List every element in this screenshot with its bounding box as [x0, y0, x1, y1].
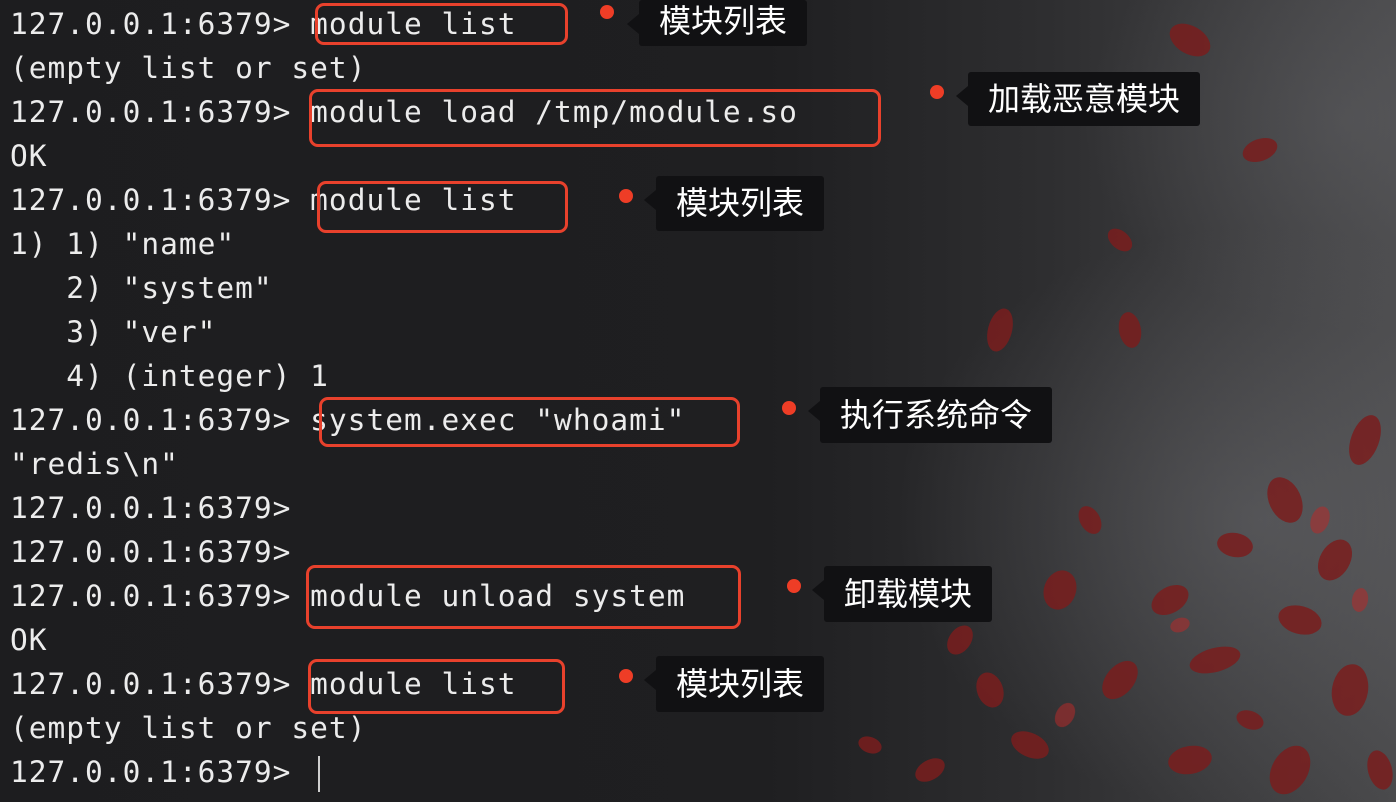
prompt: 127.0.0.1:6379> — [10, 183, 311, 217]
highlight-box-module-list — [308, 659, 565, 714]
annotation-label-module-list: 模块列表 — [626, 0, 808, 46]
text-cursor — [318, 755, 321, 792]
prompt: 127.0.0.1:6379> — [10, 535, 311, 569]
prompt: 127.0.0.1:6379> — [10, 491, 311, 525]
terminal-output: 3) "ver" — [10, 315, 217, 349]
highlight-box-module-load — [309, 89, 881, 147]
prompt: 127.0.0.1:6379> — [10, 755, 311, 789]
highlight-box-module-list — [315, 3, 568, 45]
annotation-dot — [787, 579, 801, 593]
prompt: 127.0.0.1:6379> — [10, 95, 311, 129]
terminal-line: 127.0.0.1:6379> — [10, 486, 310, 530]
highlight-box-module-unload — [306, 565, 741, 629]
prompt: 127.0.0.1:6379> — [10, 7, 311, 41]
highlight-box-module-list — [317, 181, 568, 233]
prompt: 127.0.0.1:6379> — [10, 403, 311, 437]
annotation-label-module-list: 模块列表 — [643, 176, 825, 231]
annotation-label-unload-module: 卸载模块 — [811, 566, 993, 622]
annotation-dot — [600, 5, 614, 19]
terminal-line: 127.0.0.1:6379> — [10, 530, 310, 574]
terminal-output: 4) (integer) 1 — [10, 359, 329, 393]
annotation-dot — [930, 85, 944, 99]
annotation-dot — [619, 189, 633, 203]
terminal-output: 1) 1) "name" — [10, 227, 236, 261]
annotation-dot — [619, 669, 633, 683]
annotation-label-module-list: 模块列表 — [643, 656, 825, 712]
terminal-output: 2) "system" — [10, 271, 273, 305]
terminal-output: (empty list or set) — [10, 51, 367, 85]
annotation-label-execute-system-command: 执行系统命令 — [807, 387, 1053, 443]
highlight-box-system-exec — [319, 397, 740, 447]
annotation-dot — [782, 401, 796, 415]
terminal-output: OK — [10, 139, 48, 173]
terminal-output: "redis\n" — [10, 447, 179, 481]
terminal-output: OK — [10, 623, 48, 657]
prompt: 127.0.0.1:6379> — [10, 667, 311, 701]
annotation-label-load-malicious-module: 加载恶意模块 — [955, 72, 1201, 126]
prompt: 127.0.0.1:6379> — [10, 579, 311, 613]
terminal-input-line[interactable]: 127.0.0.1:6379> — [10, 750, 321, 794]
